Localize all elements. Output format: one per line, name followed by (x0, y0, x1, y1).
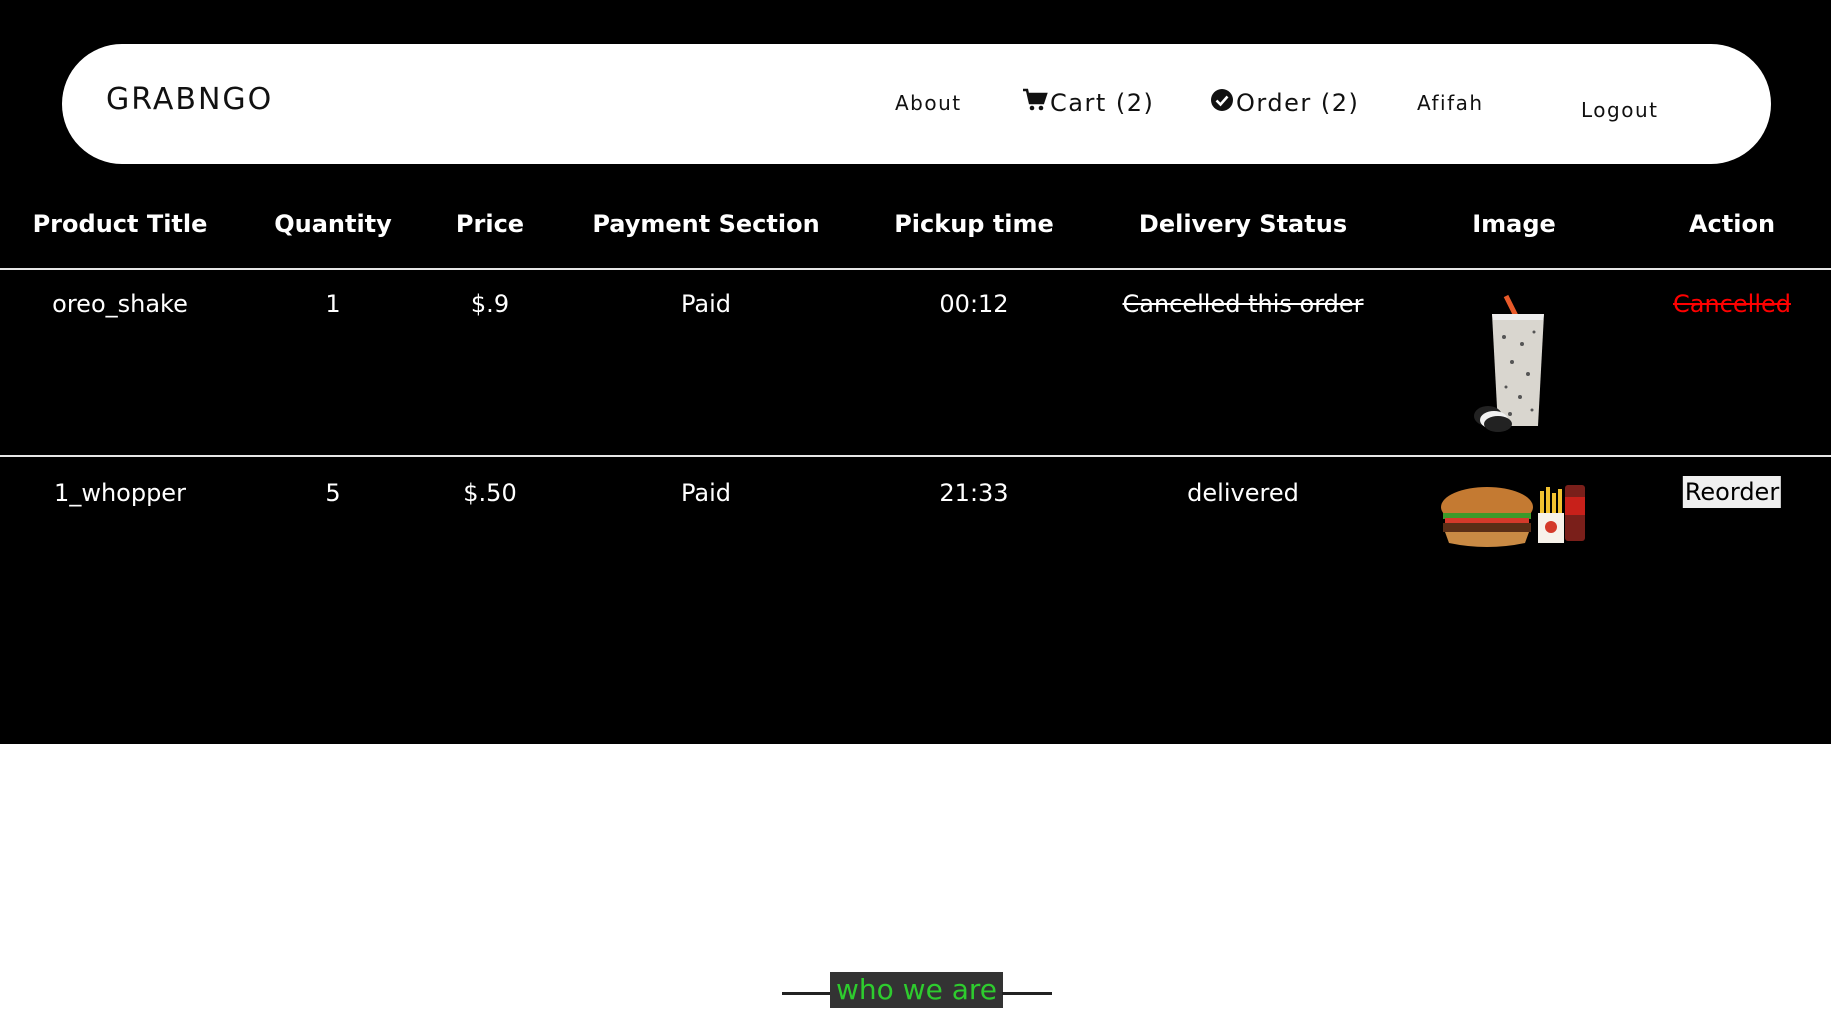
nav-cart-label: Cart (2) (1050, 89, 1155, 117)
cell-product-title: oreo_shake (52, 290, 188, 318)
header-price: Price (455, 210, 525, 238)
header-quantity: Quantity (274, 210, 392, 238)
orders-section: GRABNGO About Cart (2) Order (2) Afifah … (0, 0, 1831, 744)
cell-price: $.9 (470, 290, 510, 318)
orders-table-header: Product Title Quantity Price Payment Sec… (0, 210, 1831, 270)
check-circle-icon (1210, 88, 1234, 118)
who-we-are-heading: who we are (782, 972, 1052, 1008)
header-payment-section: Payment Section (592, 210, 820, 238)
heading-divider-left (782, 992, 832, 995)
cell-price: $.50 (463, 479, 517, 507)
table-row: 1_whopper 5 $.50 Paid 21:33 delivered Re… (0, 459, 1831, 644)
nav-order-link[interactable]: Order (2) (1210, 88, 1359, 118)
heading-divider-right (1002, 992, 1052, 995)
cell-delivery-status: Cancelled this order (1122, 290, 1364, 318)
section-title: who we are (830, 972, 1003, 1008)
nav-cart-link[interactable]: Cart (2) (1022, 88, 1154, 118)
cell-payment: Paid (680, 290, 732, 318)
cell-quantity: 5 (325, 479, 341, 507)
reorder-cell: Reorder (1682, 476, 1782, 508)
nav-about-link[interactable]: About (895, 91, 962, 115)
nav-logout-link[interactable]: Logout (1581, 98, 1658, 122)
nav-user-link[interactable]: Afifah (1417, 91, 1484, 115)
header-product-title: Product Title (32, 210, 208, 238)
header-delivery-status: Delivery Status (1138, 210, 1348, 238)
cell-product-title: 1_whopper (54, 479, 186, 507)
brand-logo[interactable]: GRABNGO (106, 82, 273, 117)
milkshake-image (1464, 292, 1564, 436)
cell-pickup-time: 21:33 (939, 479, 1009, 507)
cart-icon (1022, 88, 1048, 118)
table-row: oreo_shake 1 $.9 Paid 00:12 Cancelled th… (0, 270, 1831, 457)
header-action: Action (1688, 210, 1776, 238)
navbar: GRABNGO About Cart (2) Order (2) Afifah … (62, 44, 1771, 164)
cell-payment: Paid (680, 479, 732, 507)
header-pickup-time: Pickup time (894, 210, 1054, 238)
reorder-button[interactable]: Reorder (1682, 476, 1782, 508)
cell-quantity: 1 (325, 290, 341, 318)
cell-pickup-time: 00:12 (939, 290, 1009, 318)
header-image: Image (1472, 210, 1556, 238)
burger-meal-image (1439, 477, 1589, 557)
cancelled-label: Cancelled (1673, 290, 1791, 318)
nav-order-label: Order (2) (1236, 89, 1360, 117)
cell-delivery-status: delivered (1187, 479, 1299, 507)
